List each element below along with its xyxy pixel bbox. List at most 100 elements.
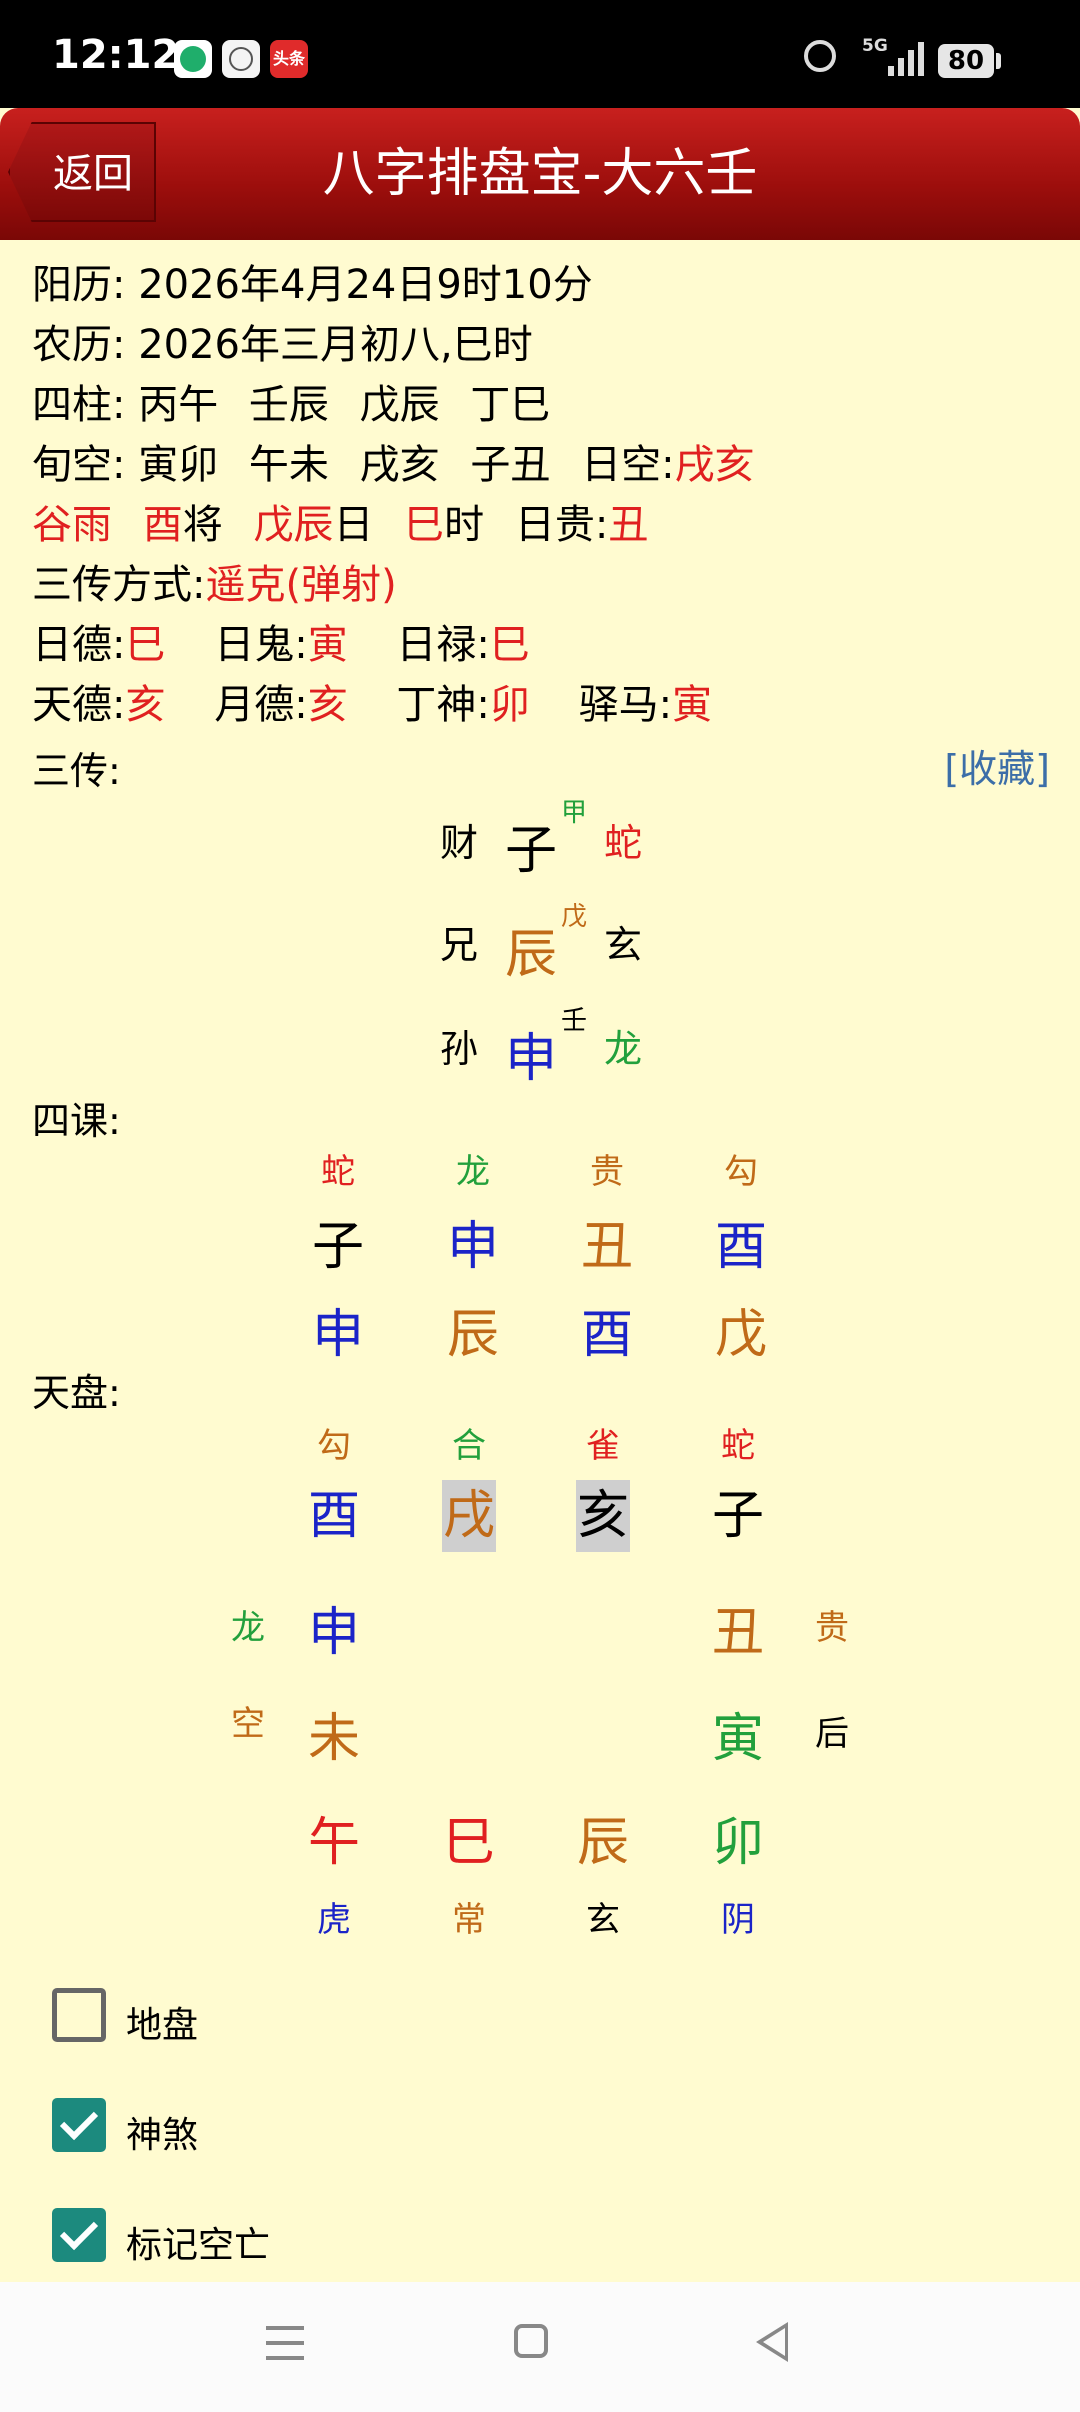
sike-lower: 辰 bbox=[446, 1305, 499, 1365]
method-value: 遥克(弹射) bbox=[205, 562, 397, 608]
sanchuan-label: 三传: bbox=[32, 749, 121, 793]
sike-upper: 子 bbox=[311, 1217, 364, 1277]
solar-value: 2026年4月24日9时10分 bbox=[138, 262, 593, 308]
tianpan-left-branch: 申 bbox=[307, 1603, 360, 1663]
tianpan-top-god: 勾 bbox=[317, 1426, 351, 1466]
sanchuan-relation: 财 bbox=[439, 821, 478, 865]
tiande-line: 天德:亥 月德:亥 丁神:卯 驿马:寅 bbox=[32, 672, 712, 730]
tianpan-right-god: 后 bbox=[815, 1714, 849, 1754]
rigui2-value: 寅 bbox=[307, 622, 348, 668]
dingshen-value: 卯 bbox=[489, 682, 530, 728]
xunkong-hour: 子丑 bbox=[470, 442, 551, 488]
menu-icon[interactable] bbox=[266, 2326, 304, 2360]
rigui-value: 丑 bbox=[608, 502, 649, 548]
tianpan-bottom-branch: 午 bbox=[307, 1813, 360, 1873]
back-button[interactable]: 返回 bbox=[8, 122, 156, 222]
tianpan-left-god: 龙 bbox=[231, 1608, 265, 1648]
pillar-month: 壬辰 bbox=[248, 382, 329, 428]
mark-kongwang-label: 标记空亡 bbox=[126, 2225, 271, 2266]
yima-value: 寅 bbox=[672, 682, 713, 728]
pillar-day: 戊辰 bbox=[359, 382, 440, 428]
hour-branch: 巳 bbox=[404, 502, 445, 548]
lunar-value: 2026年三月初八,巳时 bbox=[138, 322, 533, 368]
rikong-label: 日空: bbox=[581, 442, 675, 488]
tianpan-top-branch: 子 bbox=[711, 1486, 764, 1546]
yuede-value: 亥 bbox=[307, 682, 348, 728]
status-bar: 12:12 头条 5G 80 bbox=[0, 0, 1080, 108]
tianpan-top-god: 雀 bbox=[586, 1426, 620, 1466]
mark-kongwang-checkbox[interactable] bbox=[52, 2208, 106, 2262]
solar-date-line: 阳历: 2026年4月24日9时10分 bbox=[32, 252, 593, 310]
toutiao-app-icon: 头条 bbox=[270, 40, 308, 78]
shensha-checkbox[interactable] bbox=[52, 2098, 106, 2152]
sanchuan-stem: 壬 bbox=[560, 1006, 587, 1036]
title-bar: 返回 八字排盘宝-大六壬 bbox=[0, 108, 1080, 240]
sanchuan-branch: 子 bbox=[504, 821, 557, 881]
pillars-line: 四柱: 丙午 壬辰 戊辰 丁巳 bbox=[32, 372, 550, 430]
general-suffix: 将 bbox=[182, 502, 223, 548]
tianpan-top-god: 蛇 bbox=[721, 1426, 755, 1466]
yuede-label: 月德: bbox=[214, 682, 308, 728]
sike-lower: 酉 bbox=[580, 1305, 633, 1365]
pillar-year: 丙午 bbox=[138, 382, 219, 428]
tianpan-right-branch: 寅 bbox=[711, 1709, 764, 1769]
day-stem: 戊辰 bbox=[253, 502, 334, 548]
app-notification-icon bbox=[174, 40, 212, 78]
tianpan-bottom-god: 虎 bbox=[317, 1900, 351, 1940]
home-icon[interactable] bbox=[514, 2324, 548, 2358]
tianpan-left-branch: 未 bbox=[307, 1709, 360, 1769]
lunar-label: 农历: bbox=[32, 322, 126, 368]
sanchuan-branch: 辰 bbox=[504, 925, 557, 985]
tianpan-bottom-god: 玄 bbox=[586, 1900, 620, 1940]
sanchuan-relation: 兄 bbox=[439, 923, 478, 967]
rilu-value: 巳 bbox=[489, 622, 530, 668]
method-label: 三传方式: bbox=[32, 562, 206, 608]
rigui-label: 日贵: bbox=[514, 502, 609, 548]
system-nav-bar bbox=[0, 2282, 1080, 2412]
sike-god: 蛇 bbox=[321, 1152, 355, 1192]
sanchuan-god: 玄 bbox=[603, 923, 642, 967]
tianpan-top-branch: 酉 bbox=[307, 1486, 360, 1546]
dipan-label: 地盘 bbox=[126, 2005, 199, 2046]
lunar-date-line: 农历: 2026年三月初八,巳时 bbox=[32, 312, 533, 370]
sike-god: 龙 bbox=[456, 1152, 490, 1192]
xunkong-day: 戌亥 bbox=[359, 442, 440, 488]
xunkong-year: 寅卯 bbox=[138, 442, 219, 488]
tianpan-bottom-god: 阴 bbox=[721, 1900, 755, 1940]
xunkong-line: 旬空: 寅卯 午未 戌亥 子丑 日空:戌亥 bbox=[32, 432, 755, 490]
xunkong-label: 旬空: bbox=[32, 442, 126, 488]
general-branch: 酉 bbox=[142, 502, 183, 548]
rigui2-label: 日鬼: bbox=[214, 622, 308, 668]
yima-label: 驿马: bbox=[578, 682, 673, 728]
tianpan-right-branch: 丑 bbox=[711, 1603, 764, 1663]
sanchuan-god: 龙 bbox=[603, 1027, 642, 1071]
tianpan-bottom-branch: 巳 bbox=[442, 1813, 495, 1873]
tianpan-bottom-god: 常 bbox=[452, 1900, 486, 1940]
tianpan-top-branch: 亥 bbox=[576, 1480, 630, 1552]
solar-term: 谷雨 bbox=[32, 502, 112, 548]
tianpan-left-god: 空 bbox=[231, 1704, 265, 1744]
signal-icon bbox=[888, 42, 924, 76]
rilu-label: 日禄: bbox=[396, 622, 490, 668]
dingshen-label: 丁神: bbox=[396, 682, 490, 728]
dipan-checkbox[interactable] bbox=[52, 1988, 106, 2042]
pillar-hour: 丁巳 bbox=[470, 382, 551, 428]
tianpan-right-god: 贵 bbox=[815, 1608, 849, 1648]
favorite-link[interactable]: [收藏] bbox=[944, 738, 1050, 793]
solar-label: 阳历: bbox=[32, 262, 126, 308]
sanchuan-stem: 戊 bbox=[560, 902, 587, 932]
tianpan-top-god: 合 bbox=[452, 1426, 486, 1466]
method-line: 三传方式:遥克(弹射) bbox=[32, 552, 397, 610]
sike-lower: 申 bbox=[311, 1305, 364, 1365]
alarm-icon bbox=[804, 40, 836, 72]
hour-suffix: 时 bbox=[444, 502, 485, 548]
clock-app-icon bbox=[222, 40, 260, 78]
virtue-line: 日德:巳 日鬼:寅 日禄:巳 bbox=[32, 612, 530, 670]
sike-upper: 申 bbox=[446, 1217, 499, 1277]
network-type: 5G bbox=[862, 36, 888, 56]
sanchuan-relation: 孙 bbox=[439, 1027, 478, 1071]
back-icon[interactable] bbox=[756, 2322, 788, 2362]
general-line: 谷雨 酉将 戊辰日 巳时 日贵:丑 bbox=[32, 492, 648, 550]
tiande-label: 天德: bbox=[32, 682, 126, 728]
sanchuan-god: 蛇 bbox=[603, 821, 642, 865]
